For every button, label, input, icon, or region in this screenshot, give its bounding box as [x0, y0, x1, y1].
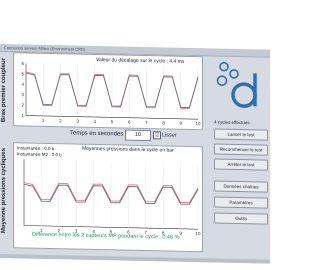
parametres-button[interactable]: Paramètres — [214, 196, 268, 209]
top-chart-y-tick-label: 1 — [21, 113, 24, 118]
bottom-chart-ylabel: Moyenne pressions cycliques — [1, 147, 7, 234]
app-screen: Connexion serveur Milieu (Environment CR… — [0, 44, 270, 264]
top-chart-ylabel: Bras premier coupleur — [1, 57, 7, 123]
top-chart-y-tick-label: 6 — [21, 61, 24, 66]
lancer-test-button[interactable]: Lancer le test — [214, 128, 268, 141]
lisser-label: Lisser — [162, 132, 177, 139]
top-chart-x-tick-label: 10 — [195, 121, 201, 126]
instant-value-2: Instantanée M2 : 0.0 b — [17, 151, 62, 158]
top-chart-y-tick-label: 5 — [21, 71, 24, 76]
instant-value-1: Instantanée : 0.0 b — [17, 145, 55, 152]
status-bar — [0, 254, 270, 264]
cycles-count: 4 cycles effectués — [214, 119, 250, 126]
donnees-chaines-button[interactable]: Données chaînes — [214, 180, 268, 193]
top-chart-y-tick-label: 3 — [21, 92, 24, 97]
top-chart-y-tick-label: 4 — [21, 82, 24, 87]
top-chart-x-tick-label: 1 — [42, 118, 45, 123]
top-chart-x-tick-label: 3 — [76, 119, 79, 124]
recommencer-test-button[interactable]: Recommencer le test — [214, 143, 268, 156]
bottom-chart-panel: 1 2 3 4 5 6 7 8 9 10 Instantanée : 0.0 b Instanta… — [13, 142, 203, 253]
bottom-chart-x-tick-label: 10 — [195, 231, 201, 236]
top-chart-x-tick-label: 7 — [145, 120, 148, 125]
top-chart-x-tick-label: 4 — [94, 119, 97, 124]
time-label: Temps en secondes — [70, 130, 124, 138]
arreter-test-button[interactable]: Arrêter le test — [214, 158, 268, 171]
top-chart-x-tick-label: 2 — [59, 118, 62, 123]
top-chart-x-tick-label: 9 — [180, 121, 183, 126]
top-chart-x-tick-label: 5 — [111, 119, 114, 124]
lisser-checkbox[interactable]: ☑ — [153, 131, 161, 140]
app-logo — [216, 61, 257, 108]
outils-button[interactable]: Outils — [214, 212, 268, 225]
bottom-chart-x-tick-label: 9 — [179, 231, 182, 236]
top-chart-y-tick-label: 2 — [21, 103, 24, 108]
top-chart-panel: 1 2 3 4 5 6 7 8 9 10 1 2 3 4 5 6 Valeur du décalage sur… — [13, 52, 203, 131]
top-chart: 1 2 3 4 5 6 7 8 9 10 1 2 3 4 5 6 — [21, 61, 201, 126]
top-chart-x-tick-label: 6 — [128, 120, 131, 125]
top-chart-x-tick-label: 8 — [162, 120, 165, 125]
time-input[interactable]: 10 — [125, 129, 151, 142]
